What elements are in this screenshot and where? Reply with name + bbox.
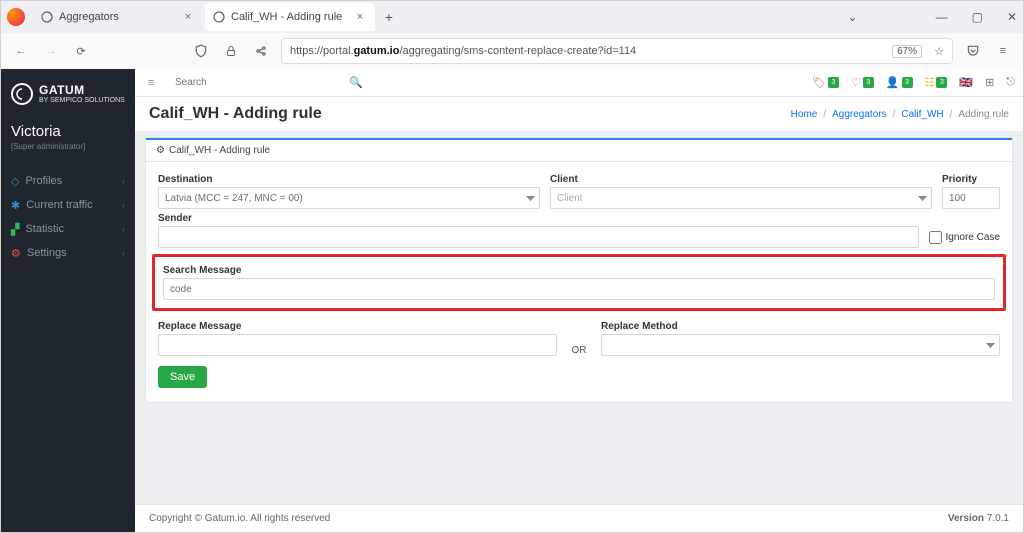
- sender-input[interactable]: [158, 226, 919, 248]
- user-name: Victoria: [1, 119, 135, 142]
- profiles-icon: ◇: [11, 175, 19, 188]
- notif-tag-icon[interactable]: 🏷3: [812, 76, 839, 89]
- label-destination: Destination: [158, 174, 540, 185]
- flag-icon[interactable]: 🇬🇧: [959, 76, 973, 89]
- breadcrumb: Home/ Aggregators/ Calif_WH/ Adding rule: [791, 109, 1009, 120]
- logout-icon[interactable]: ⎋: [1006, 76, 1015, 89]
- menu-icon[interactable]: ≡: [993, 41, 1013, 61]
- label-client: Client: [550, 174, 932, 185]
- notif-user-icon[interactable]: 👤3: [886, 76, 913, 89]
- brand-name: GATUM: [39, 84, 125, 97]
- priority-input[interactable]: [942, 187, 1000, 209]
- sidebar-item-label: Statistic: [25, 223, 64, 235]
- bookmark-star-icon[interactable]: ☆: [934, 45, 944, 58]
- topbar: ≡ 🔍 🏷3 ♡3 👤3 ☷3 🇬🇧 ⊞ ⎋: [135, 69, 1023, 97]
- tab-favicon: [41, 11, 53, 23]
- user-role: [Super administrator]: [1, 142, 135, 163]
- pocket-icon[interactable]: [963, 41, 983, 61]
- footer-version-label: Version: [948, 513, 987, 524]
- footer-copyright: Copyright © Gatum.io. All rights reserve…: [149, 513, 330, 524]
- brand[interactable]: GATUM BY SEMPICO SOLUTIONS: [1, 77, 135, 119]
- footer-version: 7.0.1: [987, 513, 1009, 524]
- maximize-icon[interactable]: ▢: [972, 10, 983, 24]
- page-title: Calif_WH - Adding rule: [149, 105, 322, 123]
- ignore-case-checkbox[interactable]: Ignore Case: [929, 231, 1000, 244]
- traffic-icon: ✱: [11, 199, 20, 212]
- statistic-icon: ▞: [11, 223, 19, 236]
- reload-button[interactable]: ⟳: [71, 41, 91, 61]
- breadcrumb-calif[interactable]: Calif_WH: [901, 109, 943, 120]
- sidebar: GATUM BY SEMPICO SOLUTIONS Victoria [Sup…: [1, 69, 135, 532]
- chevron-down-icon[interactable]: ⌄: [848, 10, 858, 24]
- label-sender: Sender: [158, 213, 919, 224]
- sidebar-item-settings[interactable]: ⚙ Settings ‹: [1, 241, 135, 265]
- shield-icon[interactable]: [191, 41, 211, 61]
- grid-icon[interactable]: ⊞: [985, 76, 994, 89]
- forward-button[interactable]: →: [41, 41, 61, 61]
- browser-tab-adding-rule[interactable]: Calif_WH - Adding rule ×: [205, 3, 375, 31]
- zoom-level[interactable]: 67%: [892, 45, 922, 58]
- ignore-case-input[interactable]: [929, 231, 942, 244]
- label-or: OR: [567, 345, 591, 356]
- address-bar[interactable]: https://portal.gatum.io/aggregating/sms-…: [281, 38, 953, 64]
- chevron-left-icon: ‹: [122, 176, 125, 186]
- label-priority: Priority: [942, 174, 1000, 185]
- url-text: https://portal.gatum.io/aggregating/sms-…: [290, 45, 636, 57]
- sidebar-item-statistic[interactable]: ▞ Statistic ‹: [1, 217, 135, 241]
- back-button[interactable]: ←: [11, 41, 31, 61]
- close-tab-icon[interactable]: ×: [181, 10, 195, 24]
- label-replace-method: Replace Method: [601, 321, 1000, 332]
- destination-select[interactable]: Latvia (MCC = 247, MNC = 00): [158, 187, 540, 209]
- settings-icon: ⚙: [11, 247, 21, 260]
- new-tab-button[interactable]: +: [377, 5, 401, 29]
- replace-message-input[interactable]: [158, 334, 557, 356]
- search-icon[interactable]: 🔍: [349, 76, 363, 89]
- sidebar-item-profiles[interactable]: ◇ Profiles ‹: [1, 169, 135, 193]
- breadcrumb-current: Adding rule: [958, 109, 1009, 120]
- breadcrumb-home[interactable]: Home: [791, 109, 818, 120]
- tab-title: Aggregators: [59, 11, 175, 23]
- panel-icon: ⚙: [156, 145, 165, 156]
- panel-title: Calif_WH - Adding rule: [169, 145, 270, 156]
- sidebar-item-label: Settings: [27, 247, 67, 259]
- ignore-case-label: Ignore Case: [946, 232, 1000, 243]
- notif-bell-icon[interactable]: ☷3: [925, 76, 948, 89]
- highlight-search-message: Search Message: [152, 254, 1006, 311]
- sidebar-item-label: Current traffic: [26, 199, 92, 211]
- close-window-icon[interactable]: ✕: [1007, 10, 1017, 24]
- notif-heart-icon[interactable]: ♡3: [851, 76, 874, 89]
- toggle-sidebar-button[interactable]: ≡: [143, 75, 159, 91]
- search-message-input[interactable]: [163, 278, 995, 300]
- chevron-left-icon: ‹: [122, 248, 125, 258]
- search-input[interactable]: [169, 74, 339, 92]
- firefox-icon: [7, 8, 25, 26]
- brand-logo: [11, 83, 33, 105]
- permissions-icon[interactable]: [251, 41, 271, 61]
- replace-method-select[interactable]: [601, 334, 1000, 356]
- sidebar-item-label: Profiles: [25, 175, 62, 187]
- label-search-message: Search Message: [163, 265, 995, 276]
- minimize-icon[interactable]: —: [936, 10, 948, 24]
- form-panel: ⚙ Calif_WH - Adding rule Destination Lat…: [145, 137, 1013, 403]
- chevron-left-icon: ‹: [122, 224, 125, 234]
- label-replace-message: Replace Message: [158, 321, 557, 332]
- close-tab-icon[interactable]: ×: [353, 10, 367, 24]
- save-button[interactable]: Save: [158, 366, 207, 388]
- client-select[interactable]: Client: [550, 187, 932, 209]
- breadcrumb-aggregators[interactable]: Aggregators: [832, 109, 886, 120]
- chevron-left-icon: ‹: [122, 200, 125, 210]
- lock-icon[interactable]: [221, 41, 241, 61]
- tab-favicon: [213, 11, 225, 23]
- browser-tab-aggregators[interactable]: Aggregators ×: [33, 3, 203, 31]
- sidebar-item-current-traffic[interactable]: ✱ Current traffic ‹: [1, 193, 135, 217]
- brand-subtitle: BY SEMPICO SOLUTIONS: [39, 97, 125, 105]
- tab-title: Calif_WH - Adding rule: [231, 11, 347, 23]
